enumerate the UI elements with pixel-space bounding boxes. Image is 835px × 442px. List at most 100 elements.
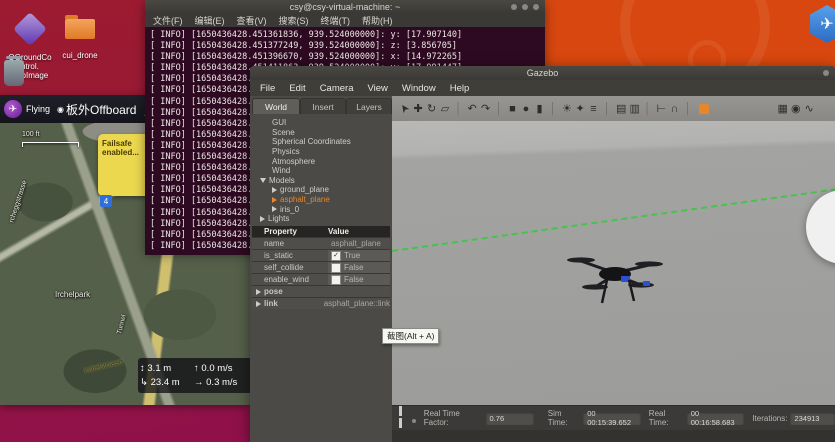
gazebo-3d-toolbar: ➤ ✚ ↻ ▱ │ ↶ ↷ │ ■ ● ▮ │ ☀ ✦ ≡ │ ▤ ▥ │ ⊢ … <box>392 96 835 121</box>
menu-help[interactable]: Help <box>450 83 470 94</box>
point-light-icon[interactable]: ☀ <box>562 102 571 115</box>
desktop-icon-trash[interactable] <box>4 60 24 86</box>
toolbar-separator: │ <box>454 103 463 115</box>
close-button[interactable] <box>533 4 539 10</box>
triangle-right-icon[interactable] <box>256 289 261 295</box>
gazebo-titlebar[interactable]: Gazebo <box>250 66 835 80</box>
box-icon[interactable]: ■ <box>508 103 517 115</box>
step-button[interactable] <box>412 419 416 423</box>
triangle-down-icon[interactable] <box>260 178 266 183</box>
terminal-titlebar[interactable]: csy@csy-virtual-machine: ~ <box>145 0 545 13</box>
sphere-icon[interactable]: ● <box>522 103 531 115</box>
triangle-right-icon[interactable] <box>272 187 277 193</box>
tree-item-wind[interactable]: Wind <box>250 166 392 176</box>
header-property: Property <box>252 227 328 236</box>
record-icon[interactable]: ◉ <box>791 102 800 115</box>
property-row-self-collide[interactable]: self_collide False <box>252 261 390 273</box>
header-value: Value <box>328 227 349 236</box>
property-row-name[interactable]: name asphalt_plane <box>252 237 390 249</box>
property-value: asphalt_plane::link <box>321 298 390 309</box>
tree-item-gui[interactable]: GUI <box>250 118 392 128</box>
menu-file[interactable]: File <box>260 83 275 94</box>
tunnel-label: Tunnel <box>116 314 128 335</box>
property-row-link[interactable]: link asphalt_plane::link <box>252 297 390 309</box>
park-label: Irchelpark <box>55 290 90 299</box>
undo-icon[interactable]: ↶ <box>468 102 477 115</box>
tree-item-asphalt-plane[interactable]: asphalt_plane <box>250 195 392 205</box>
property-row-is-static[interactable]: is_static ✓True <box>252 249 390 261</box>
hexagon-app-icon[interactable]: ✈ <box>810 5 835 43</box>
plot-icon[interactable]: ∿ <box>805 102 814 115</box>
menu-window[interactable]: Window <box>402 83 436 94</box>
qgc-logo-icon[interactable]: ✈ <box>4 100 22 118</box>
menu-edit[interactable]: 编辑(E) <box>195 14 225 27</box>
checkbox-unchecked-icon[interactable] <box>331 275 341 285</box>
selection-box-icon[interactable] <box>699 104 709 114</box>
map-marker-4[interactable]: 4 <box>100 195 112 207</box>
select-arrow-icon[interactable]: ➤ <box>397 101 413 116</box>
directional-light-icon[interactable]: ≡ <box>589 103 598 115</box>
property-label: link <box>264 299 278 308</box>
property-row-enable-wind[interactable]: enable_wind False <box>252 273 390 285</box>
menu-camera[interactable]: Camera <box>320 83 354 94</box>
iris-drone-model[interactable] <box>555 251 675 309</box>
pause-button[interactable] <box>399 406 408 430</box>
redo-icon[interactable]: ↷ <box>481 102 490 115</box>
flight-mode-icon: ◉ <box>57 105 64 114</box>
copy-icon[interactable]: ▤ <box>616 102 625 115</box>
flight-mode-button[interactable]: 板外Offboard <box>66 101 136 118</box>
tree-item-scene[interactable]: Scene <box>250 128 392 138</box>
menu-edit[interactable]: Edit <box>289 83 305 94</box>
rtf-label: Real Time Factor: <box>424 409 482 427</box>
tree-item-lights[interactable]: Lights <box>250 214 392 224</box>
triangle-right-icon[interactable] <box>272 197 277 203</box>
tree-item-spherical-coordinates[interactable]: Spherical Coordinates <box>250 137 392 147</box>
menu-terminal[interactable]: 终端(T) <box>321 14 351 27</box>
paste-icon[interactable]: ▥ <box>630 102 639 115</box>
triangle-right-icon[interactable] <box>260 216 265 222</box>
desktop-icon-cui-drone[interactable]: cui_drone <box>48 10 112 69</box>
translate-icon[interactable]: ✚ <box>414 102 423 115</box>
tree-item-iris-0[interactable]: iris_0 <box>250 204 392 214</box>
close-button[interactable] <box>823 70 829 76</box>
triangle-right-icon[interactable] <box>272 206 277 212</box>
checkbox-unchecked-icon[interactable] <box>331 263 341 273</box>
tree-item-atmosphere[interactable]: Atmosphere <box>250 156 392 166</box>
rotate-icon[interactable]: ↻ <box>427 102 436 115</box>
real-time-label: Real Time: <box>649 409 684 427</box>
toolbar-separator: │ <box>549 103 558 115</box>
maximize-button[interactable] <box>522 4 528 10</box>
spot-light-icon[interactable]: ✦ <box>576 102 585 115</box>
distance-icon: ↳ <box>140 377 148 388</box>
align-icon[interactable]: ⊢ <box>657 102 666 115</box>
scale-icon[interactable]: ▱ <box>441 102 450 115</box>
tree-item-models[interactable]: Models <box>250 176 392 186</box>
tab-world[interactable]: World <box>252 98 300 114</box>
snap-icon[interactable]: ∩ <box>670 103 679 115</box>
property-label: enable_wind <box>252 275 328 284</box>
cylinder-icon[interactable]: ▮ <box>535 102 544 115</box>
menu-file[interactable]: 文件(F) <box>153 14 183 27</box>
menu-view[interactable]: 查看(V) <box>237 14 267 27</box>
tree-item-ground-plane[interactable]: ground_plane <box>250 185 392 195</box>
rtf-value: 0.76 <box>486 412 534 425</box>
tab-insert[interactable]: Insert <box>300 98 346 114</box>
property-row-pose[interactable]: pose <box>252 285 390 297</box>
triangle-right-icon[interactable] <box>256 301 261 307</box>
property-table-header: Property Value <box>252 226 390 237</box>
checkbox-checked-icon[interactable]: ✓ <box>331 251 341 261</box>
menu-view[interactable]: View <box>367 83 387 94</box>
screenshot-icon[interactable]: ▦ <box>778 102 787 115</box>
trash-icon <box>4 60 24 86</box>
folder-icon <box>65 19 95 39</box>
tab-layers[interactable]: Layers <box>346 98 392 114</box>
gazebo-3d-viewport[interactable] <box>392 121 835 405</box>
world-tree: GUI Scene Spherical Coordinates Physics … <box>250 118 392 224</box>
minimize-button[interactable] <box>511 4 517 10</box>
property-label: pose <box>264 287 283 296</box>
menu-help[interactable]: 帮助(H) <box>362 14 393 27</box>
gazebo-statusbar: Real Time Factor: 0.76 Sim Time: 00 00:1… <box>392 405 835 430</box>
tree-item-physics[interactable]: Physics <box>250 147 392 157</box>
flight-status-text: Flying <box>26 104 50 114</box>
menu-search[interactable]: 搜索(S) <box>279 14 309 27</box>
